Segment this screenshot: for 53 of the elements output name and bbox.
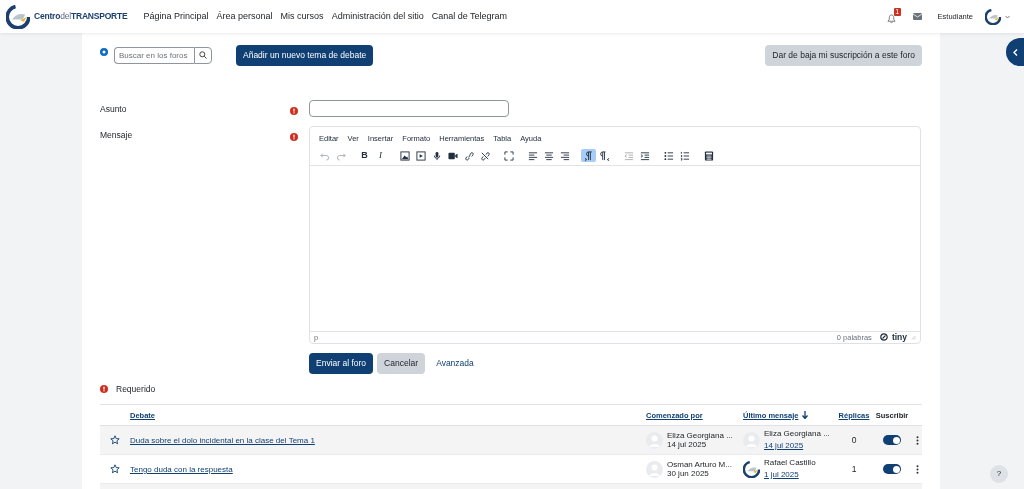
submit-button[interactable]: Enviar al foro — [309, 352, 374, 374]
post-date: 30 jun 2025 — [667, 469, 710, 479]
fullscreen-icon[interactable] — [501, 149, 516, 162]
search-field[interactable]: Buscar en los foros — [114, 46, 194, 64]
reply-count: 1 — [850, 462, 858, 476]
logo[interactable]: CentrodelTRANSPORTE — [6, 4, 128, 29]
post-date: 14 jul 2025 — [667, 440, 708, 450]
messages-icon[interactable] — [912, 13, 922, 20]
star-icon[interactable] — [110, 435, 120, 446]
nav-link[interactable]: Página Principal — [143, 9, 209, 24]
field-label: Mensaje — [100, 128, 134, 142]
image-icon[interactable] — [397, 149, 412, 162]
help-button[interactable]: ? — [990, 465, 1008, 483]
search-icon[interactable] — [199, 51, 207, 60]
nav-link[interactable]: Área personal — [216, 9, 273, 24]
author-name: Osman Arturo M... — [667, 459, 732, 470]
nav-link[interactable]: Mis cursos — [280, 9, 324, 24]
paragraph-rtl-icon[interactable] — [597, 149, 612, 162]
search-button[interactable] — [194, 46, 212, 64]
star-icon[interactable] — [110, 464, 120, 475]
paragraph-ltr-icon[interactable] — [581, 149, 596, 162]
required-icon — [100, 384, 108, 393]
more-icon[interactable] — [915, 464, 919, 474]
subject-field[interactable] — [309, 99, 509, 117]
resize-handle-icon[interactable] — [911, 334, 916, 340]
discussion-link[interactable]: Tengo duda con la respuesta — [130, 464, 233, 474]
field-label: Asunto — [100, 102, 128, 116]
author-name: Eliza Georgiana ... — [667, 430, 733, 441]
more-icon[interactable] — [915, 435, 919, 445]
nav-link[interactable]: Canal de Telegram — [431, 9, 508, 24]
play-icon[interactable] — [413, 149, 428, 162]
tiny-logo: tiny — [879, 330, 907, 344]
reply-count: 0 — [850, 433, 858, 447]
italic-button[interactable]: I — [373, 149, 388, 162]
user-menu[interactable] — [985, 8, 1010, 25]
subscribe-toggle[interactable] — [883, 435, 901, 446]
author-name: Eliza Georgiana ... — [764, 429, 830, 439]
required-note: Requerido — [116, 382, 156, 396]
avatar — [743, 460, 760, 478]
cancel-button[interactable]: Cancelar — [377, 352, 426, 374]
subscribe-toggle[interactable] — [883, 464, 901, 475]
discussion-link[interactable]: Duda sobre el dolo incidental en la clase del Tema 1 — [130, 435, 315, 445]
add-topic-button[interactable]: Añadir un nuevo tema de debate — [236, 45, 374, 66]
drawer-toggle[interactable] — [1006, 38, 1024, 66]
post-date-link[interactable]: 1 jul 2025 — [764, 469, 799, 480]
advanced-link[interactable]: Avanzada — [429, 352, 481, 374]
bold-button[interactable]: B — [357, 149, 372, 162]
nav-link[interactable]: Administración del sitio — [331, 9, 424, 24]
chevron-left-icon — [1012, 48, 1018, 56]
unsubscribe-button[interactable]: Dar de baja mi suscripción a este foro — [765, 45, 922, 66]
post-date-link[interactable]: 14 jul 2025 — [764, 440, 804, 451]
author-name: Rafael Castillo — [764, 458, 816, 468]
help-icon[interactable] — [100, 48, 108, 57]
